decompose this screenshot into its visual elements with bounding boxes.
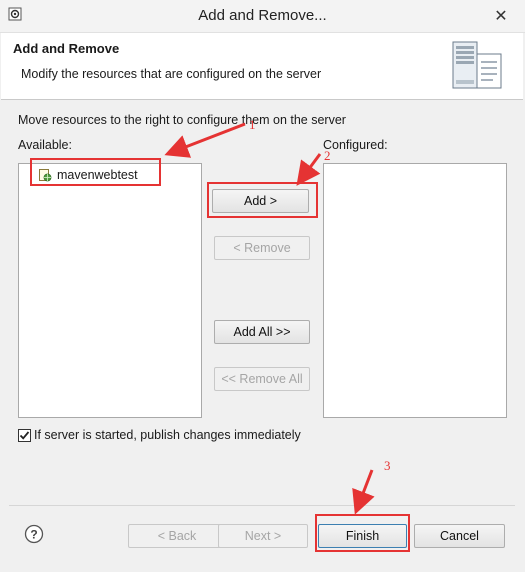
available-list[interactable] <box>18 163 202 418</box>
banner-title: Add and Remove <box>13 41 120 56</box>
checkmark-icon <box>19 431 30 440</box>
instruction-text: Move resources to the right to configure… <box>18 113 346 127</box>
banner-description: Modify the resources that are configured… <box>21 67 322 81</box>
cancel-button[interactable]: Cancel <box>414 524 505 548</box>
step-number-3: 3 <box>384 458 391 473</box>
footer-separator <box>9 505 515 506</box>
publish-checkbox-label[interactable]: If server is started, publish changes im… <box>34 428 301 442</box>
configured-list[interactable] <box>323 163 507 418</box>
available-label: Available: <box>18 138 72 152</box>
remove-all-button[interactable]: << Remove All <box>214 367 310 391</box>
step-number-1: 1 <box>249 117 256 132</box>
window-title: Add and Remove... <box>198 7 327 24</box>
remove-button[interactable]: < Remove <box>214 236 310 260</box>
arrow-step3 <box>352 469 375 515</box>
highlight-available-item <box>30 158 161 186</box>
next-button[interactable]: Next > <box>218 524 308 548</box>
server-icon <box>452 41 502 89</box>
arrow-step2 <box>296 153 322 186</box>
svg-text:?: ? <box>30 528 37 542</box>
close-icon[interactable]: ✕ <box>491 6 511 26</box>
highlight-finish-button <box>315 514 410 552</box>
publish-checkbox[interactable] <box>18 429 31 442</box>
add-all-button[interactable]: Add All >> <box>214 320 310 344</box>
help-icon[interactable]: ? <box>24 524 44 544</box>
arrow-step1 <box>164 122 246 158</box>
step-number-2: 2 <box>324 148 331 163</box>
configured-label: Configured: <box>323 138 388 152</box>
back-button[interactable]: < Back <box>128 524 226 548</box>
highlight-add-button <box>207 182 318 218</box>
